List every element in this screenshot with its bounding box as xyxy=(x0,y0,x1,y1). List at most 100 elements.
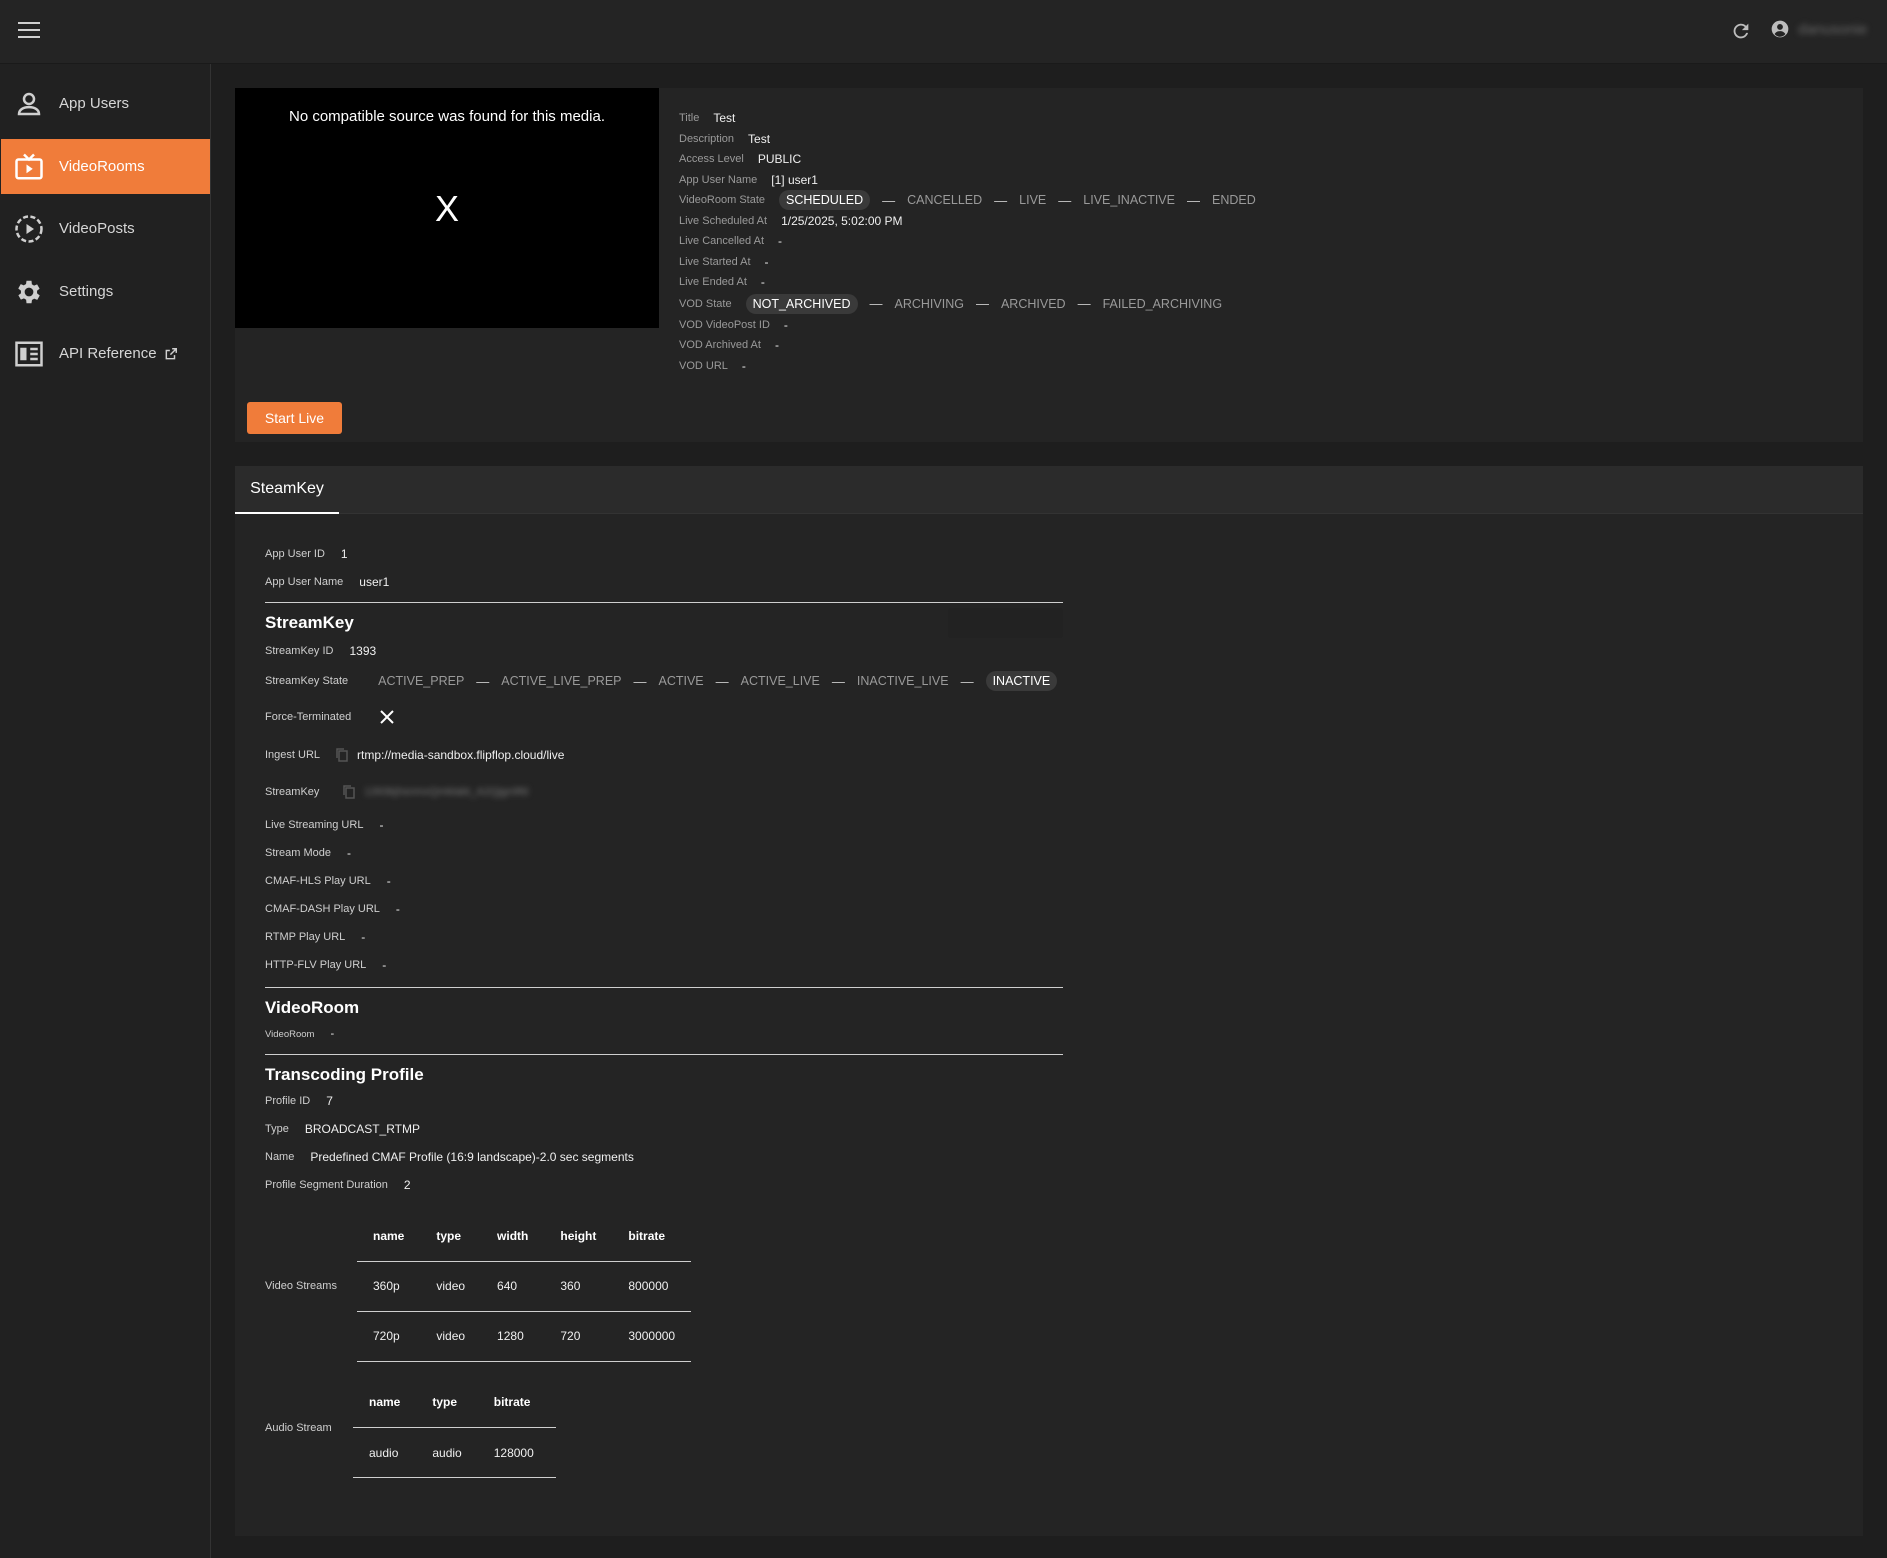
force-terminated-label: Force-Terminated xyxy=(265,711,352,723)
videoroom-value: - xyxy=(330,1028,335,1040)
table-header: width xyxy=(481,1211,545,1262)
state-live-inactive: LIVE_INACTIVE xyxy=(1083,193,1175,208)
external-link-icon xyxy=(165,347,177,359)
cmaf-dash-label: CMAF-DASH Play URL xyxy=(265,903,380,915)
video-streams-label: Video Streams xyxy=(265,1280,337,1293)
live-ended-label: Live Ended At xyxy=(679,276,747,289)
table-cell: 128000 xyxy=(477,1427,557,1478)
rtmp-play-value: - xyxy=(361,930,366,944)
streamkey-state-label: StreamKey State xyxy=(265,675,349,687)
sk-state-active: ACTIVE xyxy=(658,674,704,688)
app-user-name-label: App User Name xyxy=(679,173,758,186)
sk-state-inactive: INACTIVE xyxy=(985,671,1058,691)
state-separator: — xyxy=(715,673,729,689)
state-separator: — xyxy=(882,192,896,208)
profile-id-value: 7 xyxy=(326,1094,333,1108)
state-separator: — xyxy=(1186,192,1200,208)
table-cell: 720p xyxy=(357,1311,421,1362)
videoroom-info: Title Test Description Test Access Level PU… xyxy=(679,108,1256,376)
table-cell: audio xyxy=(416,1427,478,1478)
state-scheduled: SCHEDULED xyxy=(779,190,871,211)
account-circle-icon xyxy=(1771,20,1789,38)
sidebar-item-app-users[interactable]: App Users xyxy=(1,76,210,131)
sidebar-item-videoposts[interactable]: VideoPosts xyxy=(1,201,210,256)
http-flv-value: - xyxy=(382,958,387,972)
sidebar-item-label: VideoPosts xyxy=(59,220,135,237)
account-menu[interactable]: danusonie xyxy=(1770,19,1867,39)
videoroom-section-title: VideoRoom xyxy=(265,998,360,1017)
state-separator: — xyxy=(994,192,1008,208)
streamkey-id-value: 1393 xyxy=(349,644,377,658)
table-cell: audio xyxy=(353,1427,417,1478)
segment-duration-label: Profile Segment Duration xyxy=(265,1179,388,1191)
vod-archived-value: - xyxy=(774,338,779,353)
player-error-message: No compatible source was found for this … xyxy=(289,108,605,125)
name-label: Name xyxy=(265,1151,295,1163)
type-label: Type xyxy=(265,1123,289,1135)
ingest-url-value: rtmp://media-sandbox.flipflop.cloud/live xyxy=(357,748,565,762)
sk-state-active-live: ACTIVE_LIVE xyxy=(740,674,820,688)
player-close-icon[interactable]: X xyxy=(235,188,659,230)
table-cell: 3000000 xyxy=(612,1311,692,1362)
table-cell: video xyxy=(420,1261,482,1312)
rtmp-play-label: RTMP Play URL xyxy=(265,931,346,943)
video-player[interactable]: No compatible source was found for this … xyxy=(235,88,659,328)
vod-url-value: - xyxy=(741,358,746,373)
state-ended: ENDED xyxy=(1211,193,1256,208)
app-user-name-value: user1 xyxy=(359,575,390,589)
state-separator: — xyxy=(831,673,845,689)
segment-duration-value: 2 xyxy=(403,1178,411,1192)
audio-stream-table: name type bitrate audio audio 128000 xyxy=(353,1377,557,1478)
access-level-value: PUBLIC xyxy=(757,152,802,167)
sidebar-item-label: Settings xyxy=(59,283,114,300)
copy-icon[interactable] xyxy=(343,785,356,799)
refresh-icon[interactable] xyxy=(1730,20,1754,44)
title-label: Title xyxy=(679,112,700,125)
app-user-name-label: App User Name xyxy=(265,576,344,588)
vod-videopost-value: - xyxy=(783,317,788,332)
copy-icon[interactable] xyxy=(336,748,349,762)
live-streaming-url-value: - xyxy=(379,818,384,832)
streamkey-section-title: StreamKey xyxy=(265,613,354,632)
sidebar-item-api-reference[interactable]: API Reference xyxy=(1,326,210,381)
table-cell: 360 xyxy=(544,1261,613,1312)
name-value: Predefined CMAF Profile (16:9 landscape)… xyxy=(310,1150,634,1164)
streamkey-details: App User ID 1 App User Name user1 StreamKe… xyxy=(265,540,1063,1478)
tab-bar: SteamKey xyxy=(235,466,1863,514)
tab-steamkey[interactable]: SteamKey xyxy=(235,466,339,514)
top-app-bar: danusonie xyxy=(0,0,1887,64)
hamburger-menu-icon[interactable] xyxy=(18,22,40,40)
stream-mode-value: - xyxy=(347,846,352,860)
state-separator: — xyxy=(633,673,647,689)
start-live-button[interactable]: Start Live xyxy=(247,402,342,434)
sk-state-active-prep: ACTIVE_PREP xyxy=(378,674,465,688)
divider xyxy=(265,1054,1063,1055)
profile-id-label: Profile ID xyxy=(265,1095,311,1107)
description-value: Test xyxy=(748,131,771,146)
audio-stream-label: Audio Stream xyxy=(265,1421,332,1434)
table-header: type xyxy=(420,1211,482,1262)
table-header: bitrate xyxy=(612,1211,692,1262)
state-live: LIVE xyxy=(1019,193,1047,208)
vod-state-failed-archiving: FAILED_ARCHIVING xyxy=(1102,296,1223,311)
live-streaming-url-label: Live Streaming URL xyxy=(265,819,364,831)
type-value: BROADCAST_RTMP xyxy=(304,1122,420,1136)
sk-state-active-live-prep: ACTIVE_LIVE_PREP xyxy=(501,674,622,688)
gear-icon xyxy=(18,280,40,303)
sidebar-item-videorooms[interactable]: VideoRooms xyxy=(1,139,210,194)
live-started-label: Live Started At xyxy=(679,255,751,268)
http-flv-label: HTTP-FLV Play URL xyxy=(265,959,367,971)
state-separator: — xyxy=(869,296,883,311)
table-cell: 720 xyxy=(544,1311,613,1362)
state-separator: — xyxy=(960,673,974,689)
sidebar-item-label: App Users xyxy=(59,95,130,112)
live-cancelled-label: Live Cancelled At xyxy=(679,235,764,248)
table-cell: 360p xyxy=(357,1261,421,1312)
state-cancelled: CANCELLED xyxy=(907,193,983,208)
sidebar-item-settings[interactable]: Settings xyxy=(1,264,210,319)
title-value: Test xyxy=(713,111,736,126)
video-streams-block: Video Streams name type width height bit… xyxy=(265,1211,1063,1362)
vod-state-not-archived: NOT_ARCHIVED xyxy=(745,293,858,314)
cmaf-hls-value: - xyxy=(386,874,391,888)
vod-state-label: VOD State xyxy=(679,297,732,310)
